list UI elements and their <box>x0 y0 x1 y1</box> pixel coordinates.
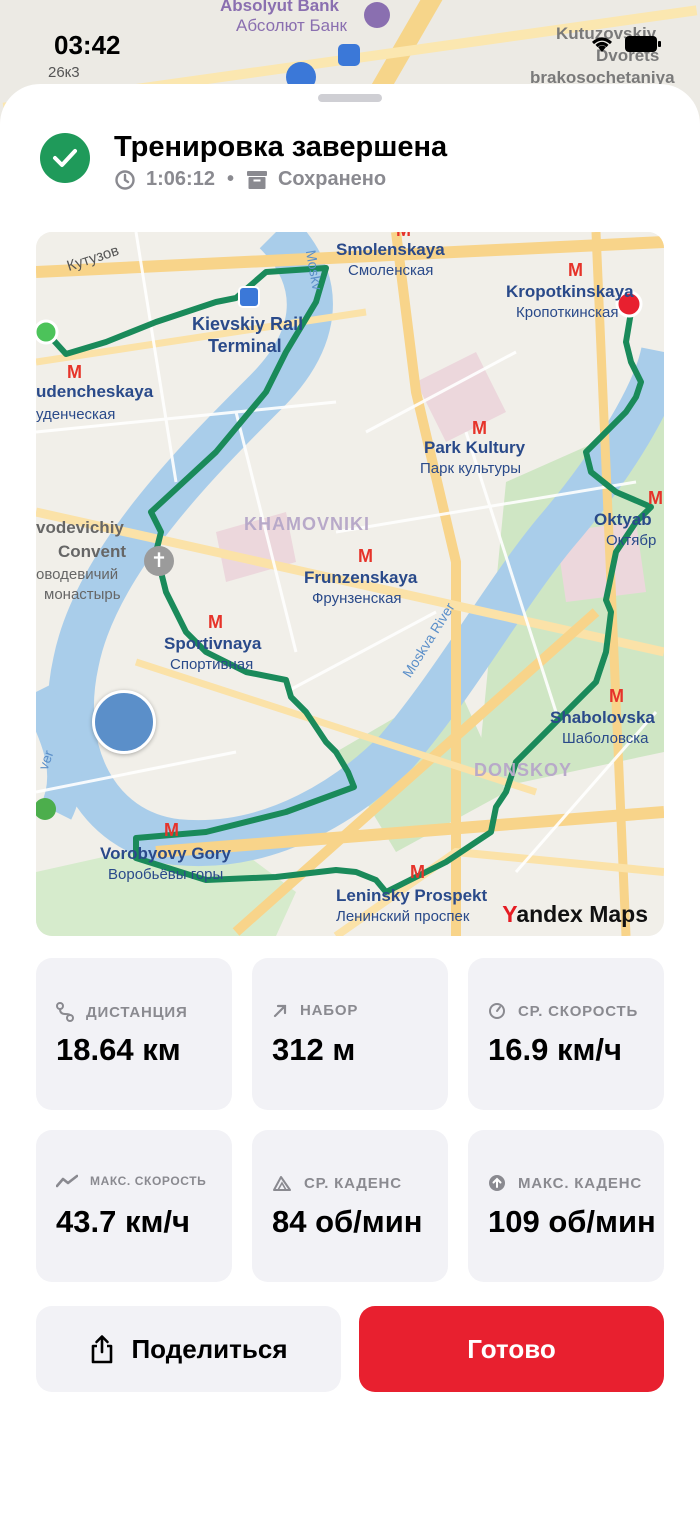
map-label: Park Kultury <box>424 438 526 457</box>
page-title: Тренировка завершена <box>114 131 448 163</box>
checkmark-icon <box>40 133 90 183</box>
map-label: Кропоткинская <box>516 304 619 321</box>
done-button-label: Готово <box>467 1333 556 1364</box>
stat-value: 43.7 км/ч <box>56 1204 191 1239</box>
brand-rest: andex Maps <box>516 901 648 927</box>
district-label: KHAMOVNIKI <box>244 514 370 534</box>
stat-label: СР. КАДЕНС <box>304 1174 402 1192</box>
stat-value: 109 об/мин <box>488 1204 656 1239</box>
route-icon <box>56 1002 74 1022</box>
status-time: 03:42 <box>54 30 121 60</box>
brand-y: Y <box>502 901 517 927</box>
stat-label: МАКС. КАДЕНС <box>518 1174 642 1192</box>
transport-poi-icon <box>338 44 360 66</box>
saved-status: Сохранено <box>277 168 387 190</box>
map-label: Спортивная <box>170 656 254 673</box>
bank-poi-icon <box>364 2 390 28</box>
share-button-label: Поделиться <box>131 1333 288 1364</box>
stat-max-speed: МАКС. СКОРОСТЬ 43.7 км/ч <box>36 1130 232 1282</box>
metro-icon: M <box>208 612 223 632</box>
stat-avg-speed: СР. СКОРОСТЬ 16.9 км/ч <box>468 958 664 1110</box>
map-label: Октябр <box>606 532 657 549</box>
map-label: Смоленская <box>348 262 434 279</box>
metro-icon: M <box>609 686 624 706</box>
map-label: Парк культуры <box>420 460 521 477</box>
stat-elevation: НАБОР 312 м <box>252 958 448 1110</box>
bg-label: Абсолют Банк <box>236 16 347 35</box>
workout-summary-sheet: Тренировка завершена 1:06:12 • Сохранено <box>0 84 700 1515</box>
map-label: Sportivnaya <box>164 634 262 653</box>
gauge-icon <box>489 1003 505 1019</box>
wifi-icon <box>592 37 612 52</box>
map-label: Воробьёвы горы <box>108 866 224 883</box>
map-label: Smolenskaya <box>336 240 445 259</box>
sheet-grabber[interactable] <box>318 94 382 102</box>
trend-icon <box>56 1174 78 1188</box>
map-label: Vorobyovy Gory <box>100 844 231 863</box>
district-label: DONSKOY <box>474 760 573 780</box>
map-label: vodevichiy <box>36 518 124 537</box>
share-icon <box>92 1335 113 1364</box>
map-label: монастырь <box>44 586 121 603</box>
stat-value: 18.64 км <box>56 1032 181 1067</box>
share-button[interactable]: Поделиться <box>36 1306 341 1392</box>
done-button[interactable]: Готово <box>359 1306 664 1392</box>
summary-header: Тренировка завершена 1:06:12 • Сохранено <box>40 130 447 191</box>
arrow-up-right-icon <box>273 1004 287 1017</box>
arrow-up-circle-icon <box>489 1175 505 1191</box>
map-label: Фрунзенская <box>312 590 402 607</box>
stat-label: СР. СКОРОСТЬ <box>518 1002 639 1020</box>
stat-max-cadence: МАКС. КАДЕНС 109 об/мин <box>468 1130 664 1282</box>
church-icon: ✝ <box>144 546 174 576</box>
yandex-maps-logo[interactable]: Yandex Maps <box>502 901 648 928</box>
map-label: Kievskiy Rail <box>192 314 304 334</box>
stat-avg-cadence: СР. КАДЕНС 84 об/мин <box>252 1130 448 1282</box>
map-label: udencheskaya <box>36 382 154 401</box>
stat-distance: ДИСТАНЦИЯ 18.64 км <box>36 958 232 1110</box>
metro-icon: M <box>648 488 663 508</box>
map-label: Frunzenskaya <box>304 568 418 587</box>
summary-meta: 1:06:12 • Сохранено <box>114 168 447 191</box>
stat-value: 312 м <box>272 1032 356 1067</box>
metro-icon: M <box>568 260 583 280</box>
map-label: Shabolovska <box>550 708 655 727</box>
duration-text: 1:06:12 <box>146 168 215 190</box>
stat-value: 84 об/мин <box>272 1204 423 1239</box>
map-label: оводевичий <box>36 566 119 583</box>
stat-label: ДИСТАНЦИЯ <box>86 1003 188 1021</box>
map-label: Convent <box>58 542 126 561</box>
cadence-icon <box>273 1176 291 1191</box>
map-label: уденческая <box>36 406 116 423</box>
stat-label: МАКС. СКОРОСТЬ <box>90 1174 207 1188</box>
metro-icon: M <box>410 862 425 882</box>
map-label: Leninsky Prospekt <box>336 886 488 905</box>
status-sub: 26к3 <box>48 64 80 81</box>
map-label: Kropotkinskaya <box>506 282 634 301</box>
map-label: Terminal <box>208 336 282 356</box>
archive-icon <box>246 170 267 189</box>
stat-label: НАБОР <box>300 1002 359 1019</box>
timer-icon <box>115 169 135 190</box>
bg-label: Absolyut Bank <box>220 0 340 15</box>
status-icons <box>588 34 662 54</box>
separator: • <box>226 168 234 190</box>
route-map[interactable]: M M M M M M M M M M ✝ Кутузов Smolenskay… <box>36 232 664 936</box>
rail-station-icon <box>238 286 260 308</box>
map-label: Oktyab <box>594 510 652 529</box>
metro-icon: M <box>164 820 179 840</box>
stadium-icon <box>92 690 156 754</box>
map-label: Шаболовска <box>562 730 649 747</box>
metro-icon: M <box>358 546 373 566</box>
stat-value: 16.9 км/ч <box>488 1032 623 1067</box>
battery-icon <box>625 36 661 52</box>
metro-icon: M <box>472 418 487 438</box>
metro-icon: M <box>67 362 82 382</box>
map-label: Ленинский проспек <box>336 908 470 925</box>
